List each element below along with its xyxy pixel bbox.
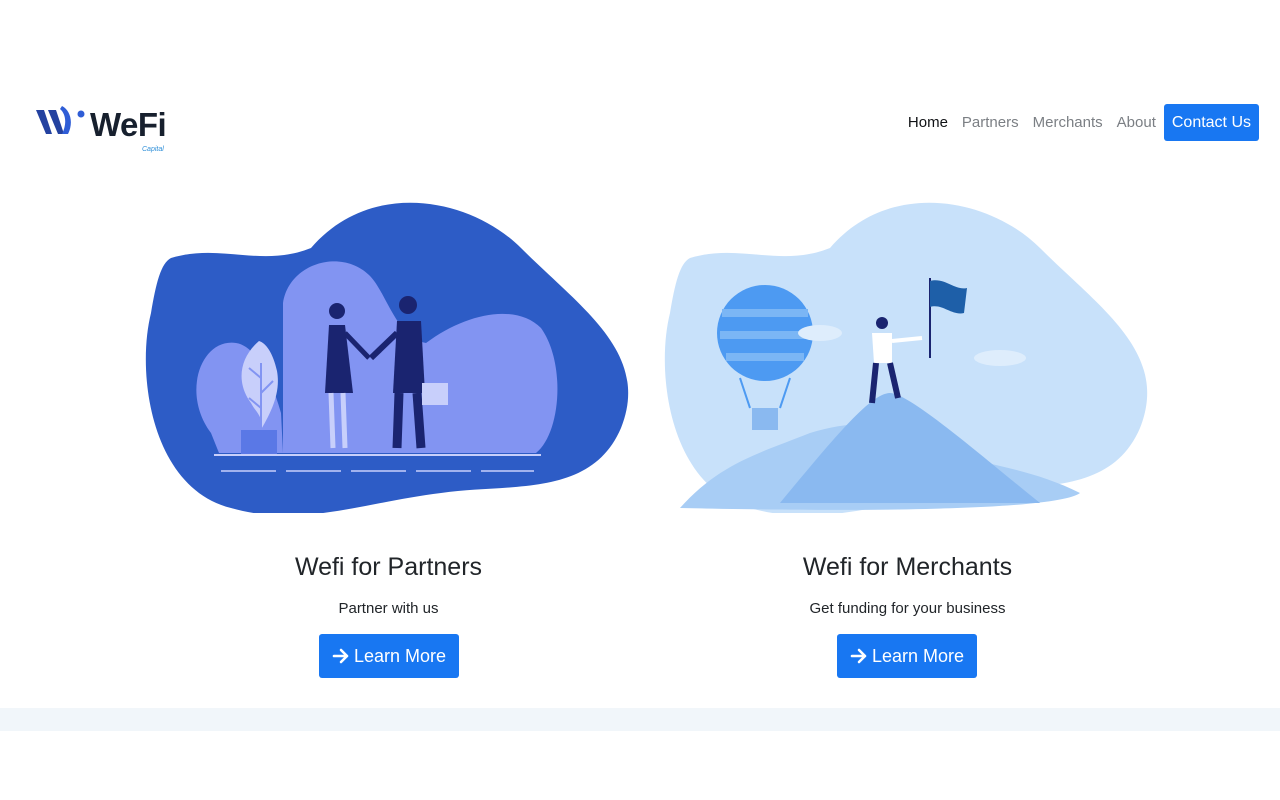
nav-menu: Home Partners Merchants About Contact Us (901, 104, 1259, 141)
partners-learn-more-button[interactable]: Learn More (319, 634, 459, 678)
card-text: Partner with us (338, 600, 439, 617)
navbar: WeFi Capital Home Partners Merchants Abo… (0, 90, 1280, 160)
mountain-flag-illustration (664, 202, 1148, 513)
nav-about[interactable]: About (1110, 105, 1163, 141)
arrow-right-icon (850, 647, 868, 665)
nav-partners[interactable]: Partners (955, 105, 1026, 141)
wefi-logo-icon (36, 106, 85, 134)
button-label: Learn More (353, 645, 447, 666)
merchants-card: Wefi for Merchants Get funding for your … (660, 193, 1155, 678)
card-title: Wefi for Merchants (802, 553, 1013, 581)
handshake-illustration (145, 202, 629, 513)
nav-merchants[interactable]: Merchants (1026, 105, 1110, 141)
footer-band (0, 708, 1280, 731)
card-text: Get funding for your business (809, 600, 1006, 617)
brand-name: WeFi (90, 106, 167, 143)
button-label: Learn More (871, 645, 965, 666)
arrow-right-icon (332, 647, 350, 665)
brand-subtitle: Capital (142, 146, 164, 153)
merchants-learn-more-button[interactable]: Learn More (837, 634, 977, 678)
brand-logo[interactable]: WeFi Capital (36, 100, 176, 153)
partners-card: Wefi for Partners Partner with us Learn … (141, 193, 636, 678)
card-title: Wefi for Partners (294, 553, 483, 581)
nav-home[interactable]: Home (901, 105, 955, 141)
contact-us-button[interactable]: Contact Us (1163, 104, 1259, 141)
